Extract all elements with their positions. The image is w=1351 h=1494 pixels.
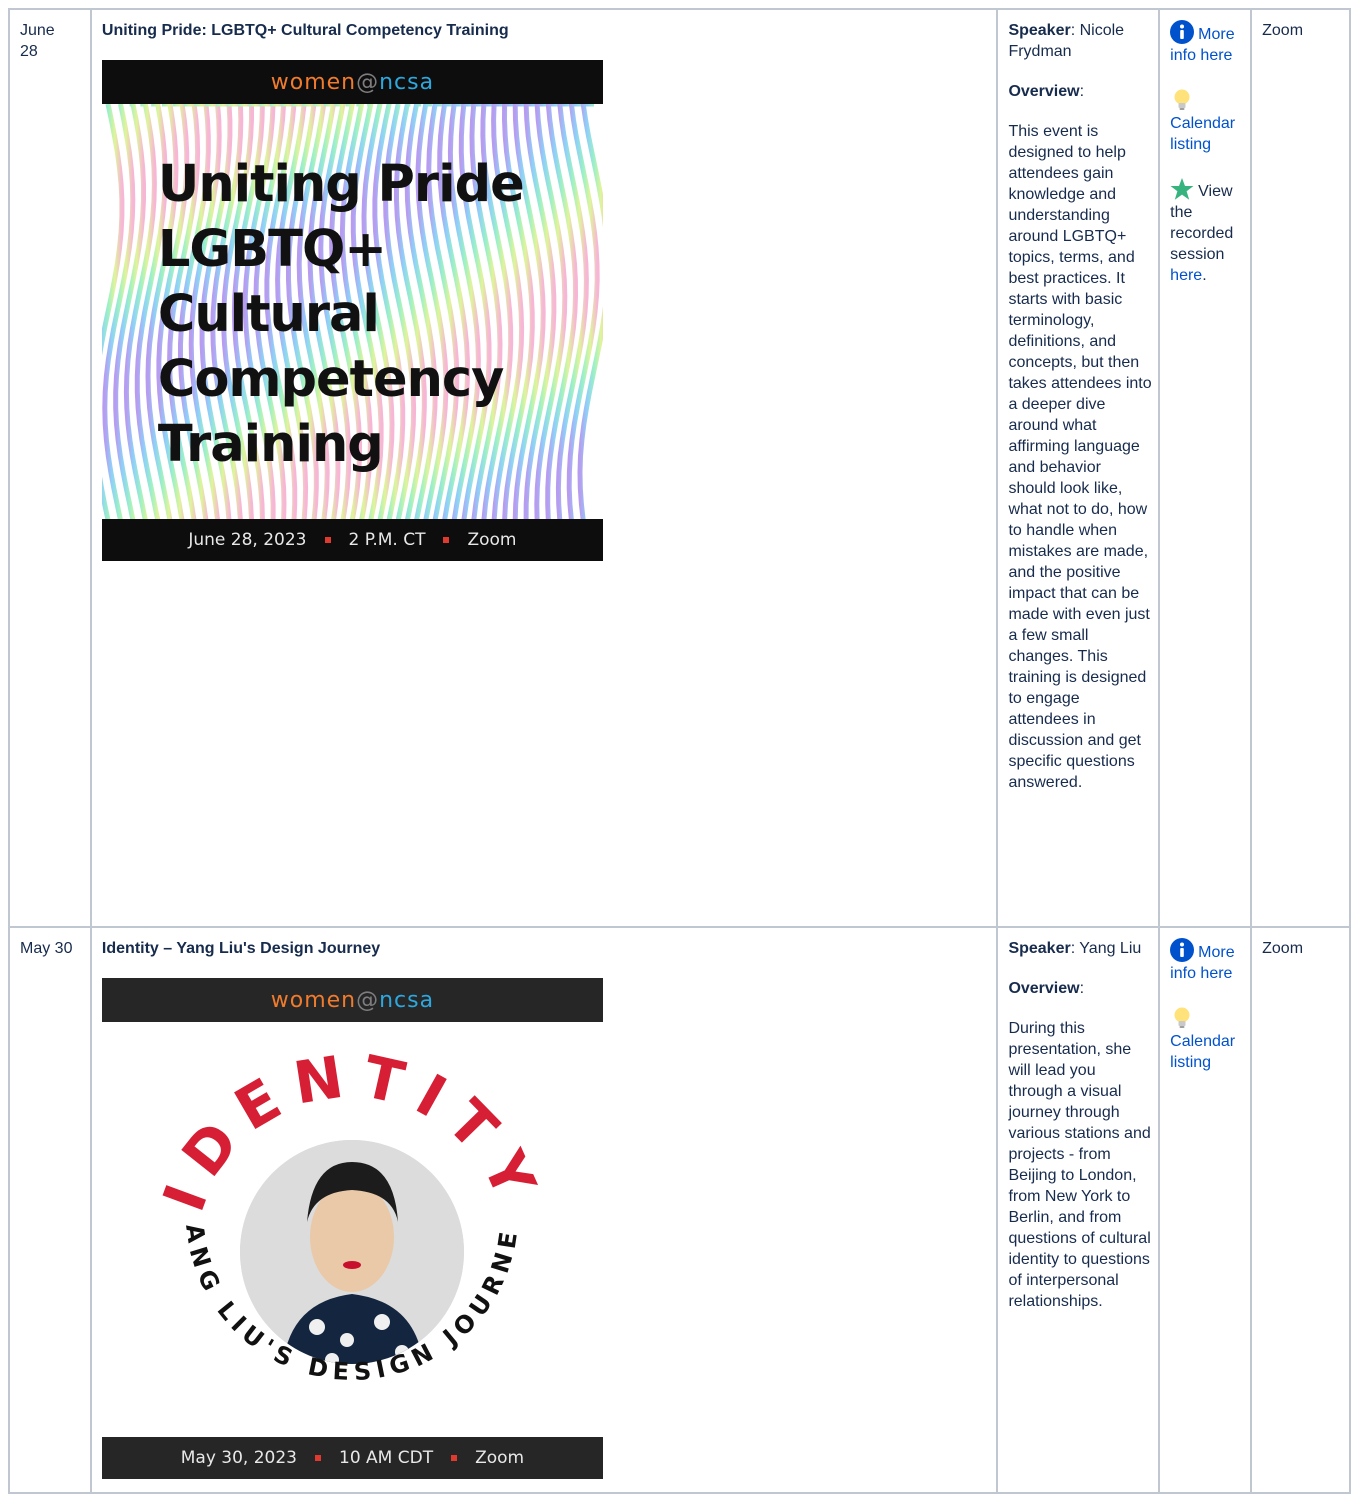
speaker-name: : Yang Liu xyxy=(1070,940,1142,957)
event-poster-image: women @ ncsa IDENTITY ANG LIU'S DESIGN J… xyxy=(101,978,603,1479)
event-poster-image: women @ ncsa Uniting Pride LGBTQ+ Cultural… xyxy=(101,60,603,561)
overview-colon: : xyxy=(1079,83,1085,100)
recorded-suffix: . xyxy=(1202,267,1207,284)
event-date-cell: June 28 xyxy=(8,8,92,928)
poster-headline: Uniting Pride LGBTQ+ Cultural Competency… xyxy=(157,152,525,477)
poster-date: May 30, 2023 xyxy=(180,1447,297,1468)
brand-at: @ xyxy=(356,987,380,1013)
poster-place: Zoom xyxy=(475,1447,525,1468)
overview-heading: Overview: xyxy=(1008,978,1152,999)
overview-colon: : xyxy=(1079,980,1085,997)
brand-women: women xyxy=(270,987,357,1013)
speaker-label: Speaker xyxy=(1008,22,1071,39)
overview-label: Overview xyxy=(1008,980,1080,997)
identity-emblem-graphic: IDENTITY YANG LIU'S DESIGN JOURNEY xyxy=(102,1022,540,1386)
brand-ncsa: ncsa xyxy=(379,987,435,1013)
separator-dot xyxy=(443,537,450,543)
event-location-cell: Zoom xyxy=(1250,8,1351,928)
more-info-item: More info here xyxy=(1170,938,1244,984)
separator-dot xyxy=(451,1455,458,1461)
separator-dot xyxy=(324,537,331,543)
events-table: June 28 Uniting Pride: LGBTQ+ Cultural C… xyxy=(8,8,1351,1494)
overview-label: Overview xyxy=(1008,83,1080,100)
lightbulb-icon xyxy=(1174,1007,1190,1028)
event-title-cell: Uniting Pride: LGBTQ+ Cultural Competenc… xyxy=(89,8,999,928)
lightbulb-icon xyxy=(1174,89,1190,110)
event-links-cell: More info here Calendar listing xyxy=(1158,926,1253,1494)
overview-text: This event is designed to help attendees… xyxy=(1008,123,1152,791)
brand-at: @ xyxy=(356,69,380,95)
poster-footer-bar: May 30, 2023 10 AM CDT Zoom xyxy=(101,1437,603,1479)
poster-place: Zoom xyxy=(467,529,517,550)
poster-brand-bar: women @ ncsa xyxy=(101,978,603,1022)
headline-line: Competency xyxy=(157,350,504,409)
headline-line: LGBTQ+ xyxy=(157,220,387,279)
event-location-cell: Zoom xyxy=(1250,926,1351,1494)
overview-heading: Overview: xyxy=(1008,81,1152,102)
recorded-session-link[interactable]: here xyxy=(1170,267,1202,284)
event-date: June 28 xyxy=(20,22,55,60)
brand-women: women xyxy=(270,69,357,95)
event-location: Zoom xyxy=(1262,940,1304,957)
brand-ncsa: ncsa xyxy=(379,69,435,95)
info-icon xyxy=(1170,20,1195,44)
headline-line: Uniting Pride xyxy=(157,155,525,214)
poster-date: June 28, 2023 xyxy=(188,529,307,550)
separator-dot xyxy=(315,1455,321,1461)
recorded-item: View the recorded session here. xyxy=(1170,177,1244,286)
event-date: May 30 xyxy=(20,940,73,957)
poster-time: 2 P.M. CT xyxy=(348,529,426,550)
speaker-line: Speaker: Yang Liu xyxy=(1008,938,1152,959)
event-location: Zoom xyxy=(1262,22,1304,39)
star-icon xyxy=(1170,178,1194,200)
event-title: Uniting Pride: LGBTQ+ Cultural Competenc… xyxy=(101,22,509,39)
event-title-cell: Identity – Yang Liu's Design Journey wom… xyxy=(89,926,999,1494)
poster-footer-bar: June 28, 2023 2 P.M. CT Zoom xyxy=(101,519,603,561)
poster-brand-bar: women @ ncsa xyxy=(101,60,603,104)
calendar-link[interactable]: Calendar listing xyxy=(1170,115,1235,153)
headline-line: Cultural xyxy=(157,285,380,344)
speaker-label: Speaker xyxy=(1008,940,1071,957)
event-title: Identity – Yang Liu's Design Journey xyxy=(101,940,381,957)
overview-text: During this presentation, she will lead … xyxy=(1008,1020,1151,1310)
table-row: May 30 Identity – Yang Liu's Design Jour… xyxy=(8,926,1351,1494)
calendar-item: Calendar listing xyxy=(1170,1006,1244,1073)
info-icon xyxy=(1170,938,1195,962)
event-description-cell: Speaker: Yang Liu Overview: During this … xyxy=(996,926,1161,1494)
headline-line: Training xyxy=(157,415,384,474)
event-links-cell: More info here Calendar listing View the… xyxy=(1158,8,1253,928)
table-row: June 28 Uniting Pride: LGBTQ+ Cultural C… xyxy=(8,8,1351,928)
poster-time: 10 AM CDT xyxy=(339,1447,434,1468)
more-info-item: More info here xyxy=(1170,20,1244,66)
speaker-line: Speaker: Nicole Frydman xyxy=(1008,20,1152,62)
event-date-cell: May 30 xyxy=(8,926,92,1494)
event-description-cell: Speaker: Nicole Frydman Overview: This e… xyxy=(996,8,1161,928)
calendar-link[interactable]: Calendar listing xyxy=(1170,1033,1235,1071)
calendar-item: Calendar listing xyxy=(1170,88,1244,155)
